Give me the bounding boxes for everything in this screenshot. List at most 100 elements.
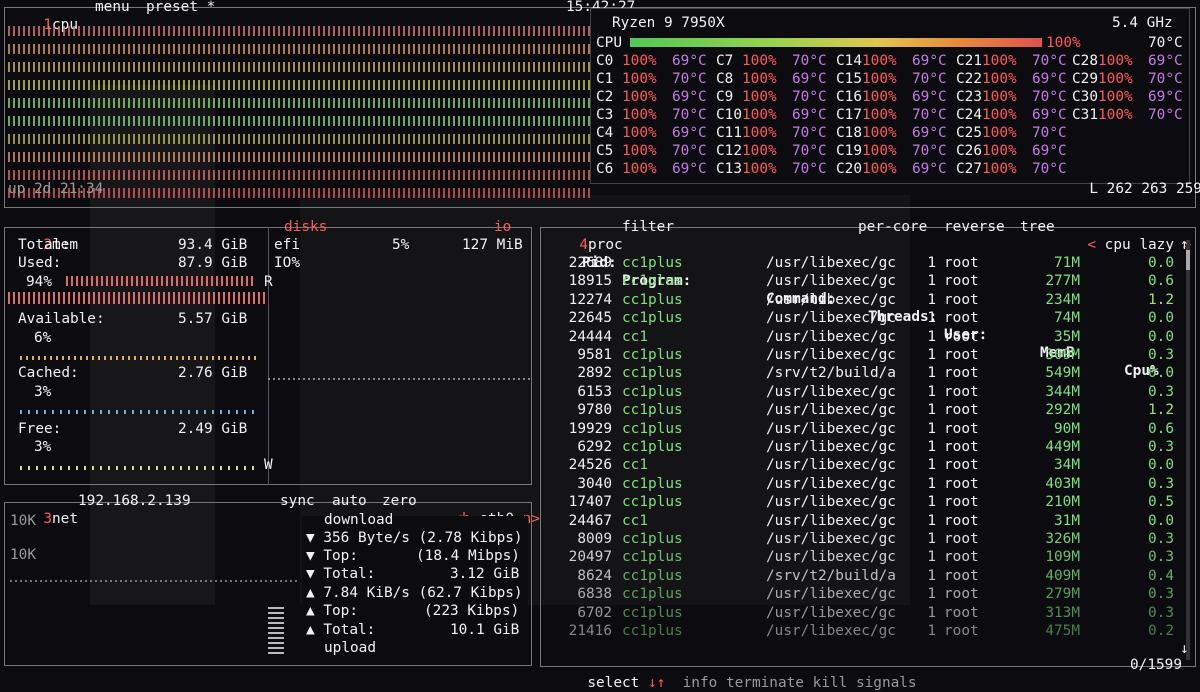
core-name: C16 — [836, 89, 862, 105]
proc-pid: 24444 — [568, 328, 612, 345]
proc-row[interactable]: 6702 cc1plus/usr/libexec/gc 1 root 313M 0.3 — [540, 604, 1180, 622]
core-c11: C11 100% 70°C — [716, 124, 827, 142]
net-auto-toggle[interactable]: auto — [332, 492, 367, 510]
net-upload-total: ▲ Total: — [306, 622, 376, 638]
menu-tab[interactable]: menu — [95, 0, 130, 16]
cpu-graph-row — [8, 80, 590, 90]
proc-pid: 6838 — [577, 586, 612, 603]
proc-threads: 1 — [927, 623, 936, 639]
proc-pid: 20497 — [568, 549, 612, 566]
proc-row[interactable]: 8624 cc1plus/srv/t2/build/a 1 root 409M 0.4 — [540, 567, 1180, 585]
core-temp: 70°C — [1148, 107, 1183, 123]
cpu-graph-row — [8, 62, 590, 72]
proc-row[interactable]: 6838 cc1plus/usr/libexec/gc 1 root 279M 0.3 — [540, 585, 1180, 603]
net-zero-toggle[interactable]: zero — [382, 492, 417, 510]
net-download-rate-value: 356 Byte/s (2.78 Kibps) — [323, 530, 523, 546]
core-temp: 69°C — [912, 161, 947, 177]
core-name: C20 — [836, 161, 862, 177]
footer-signals[interactable]: signals — [856, 675, 917, 691]
core-c0: C0 100% 69°C — [596, 52, 707, 70]
core-temp: 70°C — [912, 143, 947, 159]
core-usage: 100% — [982, 89, 1017, 105]
proc-row[interactable]: 24526 cc1/usr/libexec/gc 1 root 34M 0.0 — [540, 456, 1180, 474]
core-usage: 100% — [862, 107, 897, 123]
proc-row[interactable]: 24444 cc1/usr/libexec/gc 1 root 35M 0.0 — [540, 328, 1180, 346]
proc-mem: 326M — [1045, 531, 1080, 547]
proc-program: cc1plus — [622, 420, 683, 437]
proc-program: cc1plus — [622, 567, 683, 584]
proc-row[interactable]: 20497 cc1plus/usr/libexec/gc 1 root 109M 0.3 — [540, 548, 1180, 566]
mem-total-value: 93.4 GiB — [178, 237, 248, 253]
core-name: C13 — [716, 161, 742, 177]
proc-user: root — [944, 420, 979, 437]
proc-tree-toggle[interactable]: tree — [1020, 218, 1055, 236]
proc-row[interactable]: 18915 cc1plus/usr/libexec/gc 1 root 277M 0.6 — [540, 272, 1180, 290]
core-temp: 69°C — [672, 53, 707, 69]
footer-select[interactable]: select — [587, 675, 639, 691]
proc-program: cc1plus — [622, 291, 683, 308]
io-tab[interactable]: io — [494, 218, 511, 236]
proc-row[interactable]: 6153 cc1plus/usr/libexec/gc 1 root 344M 0.3 — [540, 383, 1180, 401]
core-temp: 69°C — [672, 89, 707, 105]
core-usage: 100% — [742, 143, 777, 159]
proc-scrollbar[interactable] — [1186, 240, 1190, 660]
proc-row[interactable]: 24467 cc1/usr/libexec/gc 1 root 31M 0.0 — [540, 512, 1180, 530]
proc-row[interactable]: 9581 cc1plus/usr/libexec/gc 1 root 309M 0.3 — [540, 346, 1180, 364]
core-temp: 70°C — [672, 143, 707, 159]
proc-pid: 19929 — [568, 420, 612, 437]
proc-filter[interactable]: filter — [622, 218, 674, 236]
footer-kill[interactable]: kill — [813, 675, 848, 691]
proc-user: root — [944, 439, 979, 455]
proc-row[interactable]: 6292 cc1plus/usr/libexec/gc 1 root 449M 0.3 — [540, 438, 1180, 456]
core-usage: 100% — [622, 53, 657, 69]
proc-row[interactable]: 19929 cc1plus/usr/libexec/gc 1 root 90M 0.6 — [540, 420, 1180, 438]
proc-threads: 1 — [927, 604, 936, 621]
proc-cpu: 0.0 — [1148, 457, 1174, 474]
net-sync-toggle[interactable]: sync — [280, 492, 315, 510]
disks-tab[interactable]: disks — [284, 218, 327, 236]
proc-row[interactable]: 8009 cc1plus/usr/libexec/gc 1 root 326M 0.3 — [540, 530, 1180, 548]
core-c21: C21 100% 70°C — [956, 52, 1067, 70]
mem-used-graph — [8, 292, 266, 304]
proc-threads: 1 — [927, 567, 936, 584]
proc-cpu: 0.3 — [1148, 383, 1174, 400]
load-average: L 262 263 259 — [1072, 162, 1200, 198]
proc-row[interactable]: 2892 cc1plus/srv/t2/build/a 1 root 549M 0.0 — [540, 364, 1180, 382]
core-name: C25 — [956, 125, 982, 141]
core-temp: 69°C — [912, 53, 947, 69]
proc-user: root — [944, 383, 979, 400]
footer-info[interactable]: info — [683, 675, 718, 691]
core-c5: C5 100% 70°C — [596, 142, 707, 160]
footer-terminate[interactable]: terminate — [726, 675, 804, 691]
core-usage: 100% — [982, 161, 1017, 177]
proc-cpu: 0.3 — [1148, 347, 1174, 363]
proc-row[interactable]: 3040 cc1plus/usr/libexec/gc 1 root 403M 0.3 — [540, 475, 1180, 493]
proc-row[interactable]: 21416 cc1plus/usr/libexec/gc 1 root 475M 0.2 — [540, 622, 1180, 640]
core-usage: 100% — [622, 89, 657, 105]
proc-threads: 1 — [927, 586, 936, 603]
preset-tab[interactable]: preset * — [146, 0, 215, 16]
core-c29: C29 100% 70°C — [1072, 70, 1183, 88]
proc-row[interactable]: 12274 cc1plus/usr/libexec/gc 1 root 234M 1.2 — [540, 291, 1180, 309]
net-upload-total-value: 10.1 GiB — [450, 622, 520, 638]
proc-pid: 22689 — [568, 255, 612, 271]
proc-mem: 279M — [1045, 586, 1080, 603]
mem-cached-graph — [20, 410, 260, 414]
core-temp: 70°C — [1032, 161, 1067, 177]
proc-pid: 22645 — [568, 310, 612, 327]
core-c17: C17 100% 70°C — [836, 106, 947, 124]
proc-row[interactable]: 22689 cc1plus/usr/libexec/gc 1 root 71M 0.0 — [540, 254, 1180, 272]
core-c2: C2 100% 69°C — [596, 88, 707, 106]
proc-reverse-toggle[interactable]: reverse — [944, 218, 1005, 236]
core-temp: 70°C — [792, 125, 827, 141]
proc-program: cc1plus — [622, 310, 683, 327]
proc-row[interactable]: 9780 cc1plus/usr/libexec/gc 1 root 292M 1.2 — [540, 401, 1180, 419]
proc-row[interactable]: 17407 cc1plus/usr/libexec/gc 1 root 210M 0.5 — [540, 493, 1180, 511]
proc-pid: 24526 — [568, 457, 612, 474]
core-temp: 70°C — [912, 107, 947, 123]
proc-program: cc1plus — [622, 383, 683, 400]
proc-row[interactable]: 22645 cc1plus/usr/libexec/gc 1 root 74M 0.0 — [540, 309, 1180, 327]
core-c4: C4 100% 69°C — [596, 124, 707, 142]
proc-per-core-toggle[interactable]: per-core — [858, 218, 927, 236]
scroll-up-arrow[interactable]: ↑ — [1180, 236, 1189, 254]
